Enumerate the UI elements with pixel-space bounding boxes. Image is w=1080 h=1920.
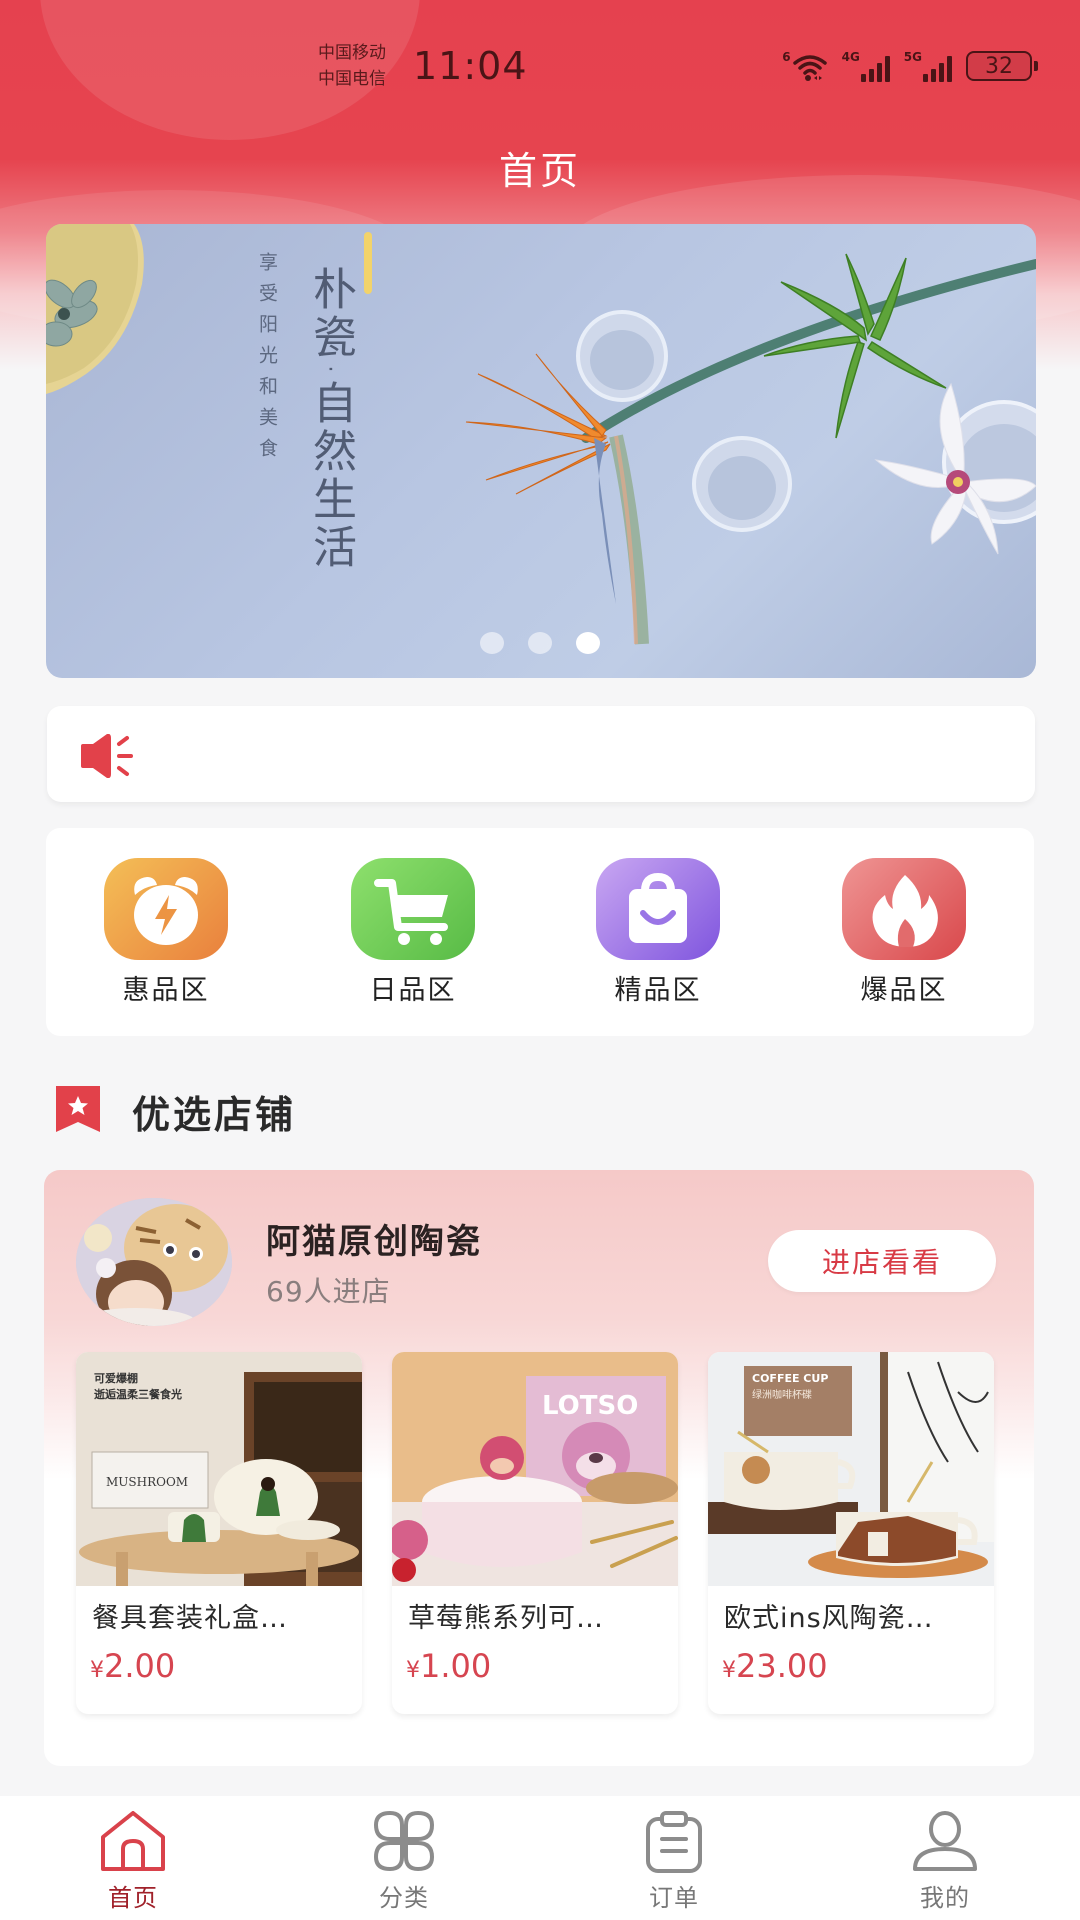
carousel-dot-1[interactable] [480,632,504,654]
svg-text:绿洲咖啡杯碟: 绿洲咖啡杯碟 [752,1388,812,1401]
bottom-tab-bar: 首页 分类 订单 我的 [0,1796,1080,1920]
category-label: 爆品区 [860,975,948,1006]
bookmark-star-icon [54,1084,102,1138]
clock: 11:04 [413,44,528,88]
shop-name[interactable]: 阿猫原创陶瓷 [266,1214,482,1263]
page-title: 首页 [498,149,581,193]
tab-label: 我的 [920,1884,970,1912]
battery-level: 32 [966,51,1032,81]
banner-carousel[interactable]: 享受阳光和美食 朴瓷·自然生活 [46,224,1036,678]
svg-text:MUSHROOM: MUSHROOM [106,1475,188,1489]
category-bao-pin[interactable]: 爆品区 [824,858,984,1007]
alarm-clock-lightning-icon [104,858,228,960]
product-name: 草莓熊系列可… [408,1603,604,1634]
carousel-dot-3-active[interactable] [576,632,600,654]
product-list: MUSHROOM 可爱爆棚 逝逅温柔三餐食光 餐具套装礼盒… ¥2.00 LOT… [76,1352,994,1714]
tab-home[interactable]: 首页 [73,1810,193,1913]
product-price: ¥23.00 [708,1635,994,1685]
category-label: 精品区 [614,975,702,1006]
status-bar: 中国移动 中国电信 11:04 6 4G 5G 32 [0,0,1080,120]
currency-symbol: ¥ [722,1658,736,1683]
product-card[interactable]: LOTSO 草莓熊系列可… ¥1.00 [392,1352,678,1714]
category-grid-icon [344,1810,464,1874]
battery-icon: 32 [966,51,1038,81]
tab-label: 分类 [379,1884,429,1912]
wifi-label: 6 [782,50,791,64]
price-value: 1.00 [420,1647,492,1685]
tab-orders[interactable]: 订单 [614,1810,734,1913]
signal-label: 4G [841,50,860,64]
home-icon [73,1810,193,1874]
speaker-icon [79,733,143,782]
signal-4g-icon: 4G [842,50,890,82]
clipboard-icon [614,1810,734,1874]
shop-visit-count: 69人进店 [266,1275,391,1308]
carousel-indicator [480,632,600,654]
section-header: 优选店铺 [54,1084,297,1138]
category-label: 日品区 [369,975,457,1006]
shop-card[interactable]: 阿猫原创陶瓷 69人进店 进店看看 MUSHROOM 可爱爆棚 逝逅温柔三餐食光 [44,1170,1034,1766]
shopping-bag-smile-icon [596,858,720,960]
carrier-2: 中国电信 [318,69,386,89]
flame-icon [842,858,966,960]
tab-category[interactable]: 分类 [344,1810,464,1913]
notice-bar[interactable] [47,706,1035,802]
product-card[interactable]: COFFEE CUP 绿洲咖啡杯碟 欧式ins风陶瓷… ¥23.00 [708,1352,994,1714]
banner-subtitle: 享受阳光和美食 [256,252,278,469]
product-card[interactable]: MUSHROOM 可爱爆棚 逝逅温柔三餐食光 餐具套装礼盒… ¥2.00 [76,1352,362,1714]
banner-accent-bar [364,232,372,294]
price-value: 23.00 [736,1647,828,1685]
carrier-1: 中国移动 [318,43,386,63]
enter-shop-button[interactable]: 进店看看 [768,1230,996,1292]
tab-profile[interactable]: 我的 [885,1810,1005,1913]
category-panel: 惠品区 日品区 精品区 爆品区 [46,828,1034,1036]
price-value: 2.00 [104,1647,176,1685]
tab-label: 首页 [108,1884,158,1912]
product-name: 餐具套装礼盒… [92,1603,288,1634]
svg-text:LOTSO: LOTSO [542,1391,638,1421]
shop-avatar[interactable] [76,1198,232,1326]
banner-headline: 朴瓷·自然生活 [305,266,356,572]
currency-symbol: ¥ [90,1658,104,1683]
status-icons: 6 4G 5G 32 [782,50,1038,82]
product-name: 欧式ins风陶瓷… [724,1603,934,1634]
currency-symbol: ¥ [406,1658,420,1683]
category-label: 惠品区 [122,975,210,1006]
user-icon [885,1810,1005,1874]
signal-label: 5G [903,50,922,64]
category-hui-pin[interactable]: 惠品区 [86,858,246,1007]
signal-5g-icon: 5G [904,50,952,82]
svg-text:逝逅温柔三餐食光: 逝逅温柔三餐食光 [94,1387,182,1401]
tab-label: 订单 [649,1884,699,1912]
svg-text:可爱爆棚: 可爱爆棚 [94,1371,138,1385]
product-price: ¥2.00 [76,1635,362,1685]
category-jing-pin[interactable]: 精品区 [578,858,738,1007]
carousel-dot-2[interactable] [528,632,552,654]
svg-text:COFFEE CUP: COFFEE CUP [752,1372,828,1385]
shopping-cart-icon [351,858,475,960]
section-title: 优选店铺 [132,1092,297,1137]
product-image-tableware-set: MUSHROOM 可爱爆棚 逝逅温柔三餐食光 [76,1352,362,1586]
carrier-info: 中国移动 中国电信 [318,40,386,92]
wifi-icon: 6 [782,50,827,82]
category-ri-pin[interactable]: 日品区 [333,858,493,1007]
product-price: ¥1.00 [392,1635,678,1685]
banner-image [46,224,1036,645]
product-image-lotso-bowl: LOTSO [392,1352,678,1586]
product-image-coffee-cups: COFFEE CUP 绿洲咖啡杯碟 [708,1352,994,1586]
